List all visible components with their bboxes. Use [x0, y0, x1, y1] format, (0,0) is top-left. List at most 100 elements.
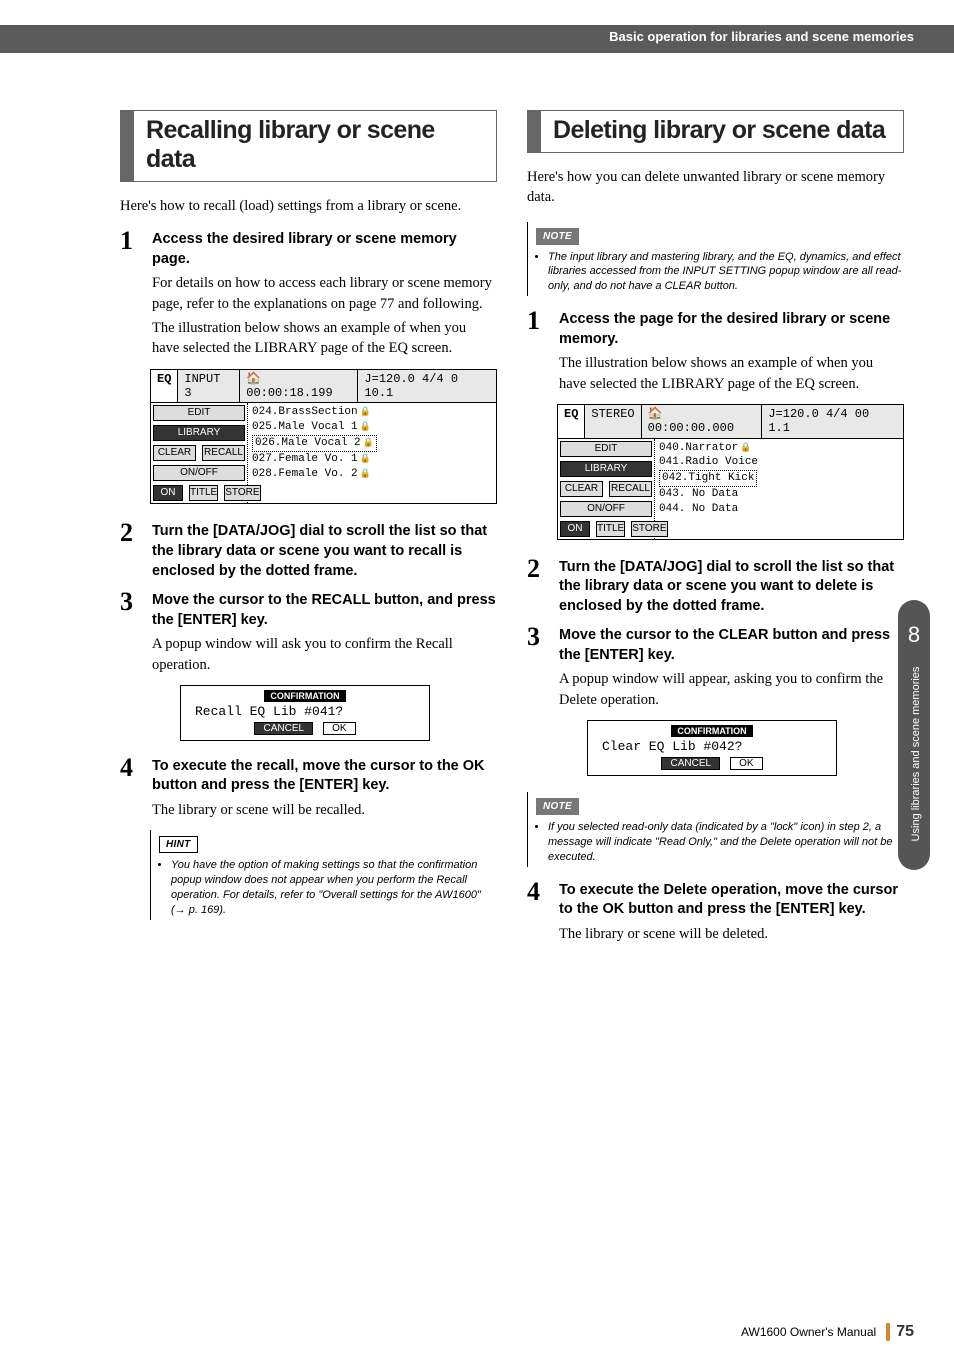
intro-text: Here's how to recall (load) settings fro… — [120, 196, 497, 216]
list-item: 040.Narrator — [659, 441, 899, 456]
list-item-selected: 026.Male Vocal 2 — [252, 435, 377, 452]
step-body: The library or scene will be deleted. — [559, 924, 904, 944]
list-item: 043. No Data — [659, 487, 899, 502]
tempo: J=120.0 4/4 0 10.1 — [358, 370, 496, 403]
onoff-tab: ON/OFF — [153, 465, 245, 481]
channel-label: STEREO — [585, 405, 641, 438]
step-heading: Turn the [DATA/JOG] dial to scroll the l… — [152, 522, 497, 581]
hint-tag: HINT — [159, 836, 198, 853]
section-title-delete: Deleting library or scene data — [527, 110, 904, 153]
step-1: 1 Access the page for the desired librar… — [527, 310, 904, 394]
list-item-selected: 042.Tight Kick — [659, 470, 757, 487]
screenshot-buttons: EDIT LIBRARY CLEARRECALL ON/OFF ONTITLES… — [558, 439, 655, 539]
library-list: 040.Narrator 041.Radio Voice 042.Tight K… — [655, 439, 903, 539]
manual-title: AW1600 Owner's Manual — [741, 1325, 876, 1339]
clear-button: CLEAR — [560, 481, 603, 497]
library-screenshot: EQ INPUT 3 🏠 00:00:18.199 J=120.0 4/4 0 … — [150, 369, 497, 505]
screen-label: EQ — [151, 370, 178, 403]
step-number: 1 — [527, 306, 540, 336]
note-tag: NOTE — [536, 228, 579, 245]
right-column: Deleting library or scene data Here's ho… — [527, 110, 904, 954]
step-number: 4 — [527, 877, 540, 907]
list-item: 028.Female Vo. 2 — [252, 467, 492, 482]
onoff-tab: ON/OFF — [560, 501, 652, 517]
step-3: 3 Move the cursor to the CLEAR button an… — [527, 626, 904, 710]
confirmation-dialog: CONFIRMATION Recall EQ Lib #041? CANCEL … — [180, 685, 430, 741]
hint-text: You have the option of making settings s… — [171, 858, 497, 917]
library-tab: LIBRARY — [560, 461, 652, 477]
step-number: 4 — [120, 753, 133, 783]
hint-callout: HINT You have the option of making setti… — [150, 830, 497, 919]
screenshot-buttons: EDIT LIBRARY CLEARRECALL ON/OFF ONTITLES… — [151, 403, 248, 503]
section-title-recall: Recalling library or scene data — [120, 110, 497, 182]
timecode: 🏠 00:00:00.000 — [642, 405, 763, 438]
note-tag: NOTE — [536, 798, 579, 815]
on-button: ON — [153, 485, 183, 501]
note-callout: NOTE The input library and mastering lib… — [527, 222, 904, 297]
chapter-number: 8 — [898, 622, 930, 648]
step-4: 4 To execute the Delete operation, move … — [527, 881, 904, 944]
step-body: The library or scene will be recalled. — [152, 800, 497, 820]
step-heading: Move the cursor to the CLEAR button and … — [559, 626, 904, 665]
content-columns: Recalling library or scene data Here's h… — [120, 110, 904, 954]
page-number: 75 — [886, 1323, 914, 1341]
step-body: The illustration below shows an example … — [559, 353, 904, 394]
step-number: 2 — [120, 518, 133, 548]
dialog-text: Recall EQ Lib #041? — [185, 704, 425, 719]
screenshot-header: EQ STEREO 🏠 00:00:00.000 J=120.0 4/4 00 … — [558, 405, 903, 439]
step-body: A popup window will ask you to confirm t… — [152, 634, 497, 675]
step-heading: To execute the recall, move the cursor t… — [152, 757, 497, 796]
intro-text: Here's how you can delete unwanted libra… — [527, 167, 904, 208]
left-column: Recalling library or scene data Here's h… — [120, 110, 497, 954]
step-heading: To execute the Delete operation, move th… — [559, 881, 904, 920]
step-number: 2 — [527, 554, 540, 584]
step-heading: Move the cursor to the RECALL button, an… — [152, 591, 497, 630]
dialog-title: CONFIRMATION — [671, 725, 752, 737]
breadcrumb: Basic operation for libraries and scene … — [609, 29, 914, 44]
list-item: 024.BrassSection — [252, 405, 492, 420]
page: Basic operation for libraries and scene … — [0, 0, 954, 1351]
step-number: 1 — [120, 226, 133, 256]
chapter-label: Using libraries and scene memories — [910, 664, 922, 844]
step-number: 3 — [527, 622, 540, 652]
list-item: 041.Radio Voice — [659, 455, 899, 470]
note-text: If you selected read-only data (indicate… — [548, 820, 904, 865]
on-button: ON — [560, 521, 590, 537]
step-body: A popup window will appear, asking you t… — [559, 669, 904, 710]
ok-button: OK — [323, 722, 355, 735]
step-2: 2 Turn the [DATA/JOG] dial to scroll the… — [527, 558, 904, 617]
list-item: 027.Female Vo. 1 — [252, 452, 492, 467]
edit-tab: EDIT — [153, 405, 245, 421]
clear-button: CLEAR — [153, 445, 196, 461]
cancel-button: CANCEL — [661, 757, 720, 770]
footer: AW1600 Owner's Manual 75 — [741, 1323, 914, 1341]
title-button: TITLE — [596, 521, 625, 537]
tempo: J=120.0 4/4 00 1.1 — [762, 405, 903, 438]
step-heading: Access the desired library or scene memo… — [152, 230, 497, 269]
list-item: 025.Male Vocal 1 — [252, 420, 492, 435]
library-screenshot: EQ STEREO 🏠 00:00:00.000 J=120.0 4/4 00 … — [557, 404, 904, 540]
step-body: The illustration below shows an example … — [152, 318, 497, 359]
recall-button: RECALL — [609, 481, 652, 497]
step-number: 3 — [120, 587, 133, 617]
cancel-button: CANCEL — [254, 722, 313, 735]
edit-tab: EDIT — [560, 441, 652, 457]
library-list: 024.BrassSection 025.Male Vocal 1 026.Ma… — [248, 403, 496, 503]
list-item: 044. No Data — [659, 502, 899, 517]
recall-button: RECALL — [202, 445, 245, 461]
dialog-text: Clear EQ Lib #042? — [592, 739, 832, 754]
screen-label: EQ — [558, 405, 585, 438]
step-4: 4 To execute the recall, move the cursor… — [120, 757, 497, 820]
dialog-title: CONFIRMATION — [264, 690, 345, 702]
step-2: 2 Turn the [DATA/JOG] dial to scroll the… — [120, 522, 497, 581]
timecode: 🏠 00:00:18.199 — [240, 370, 358, 403]
screenshot-header: EQ INPUT 3 🏠 00:00:18.199 J=120.0 4/4 0 … — [151, 370, 496, 404]
note-text: The input library and mastering library,… — [548, 250, 904, 295]
chapter-tab: 8 Using libraries and scene memories — [898, 600, 930, 870]
step-body: For details on how to access each librar… — [152, 273, 497, 314]
ok-button: OK — [730, 757, 762, 770]
library-tab: LIBRARY — [153, 425, 245, 441]
step-heading: Access the page for the desired library … — [559, 310, 904, 349]
channel-label: INPUT 3 — [178, 370, 240, 403]
step-1: 1 Access the desired library or scene me… — [120, 230, 497, 358]
